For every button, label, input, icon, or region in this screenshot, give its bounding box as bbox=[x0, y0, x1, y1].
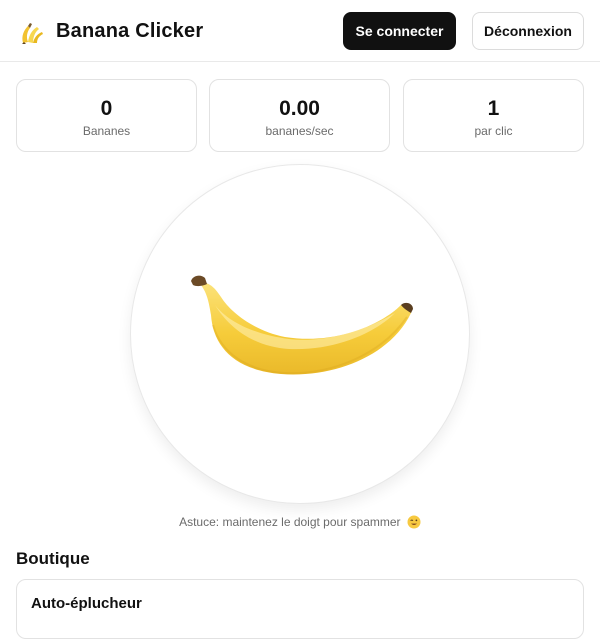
shop-title: Boutique bbox=[16, 549, 90, 568]
winking-face-icon bbox=[407, 515, 421, 529]
tip-text: Astuce: maintenez le doigt pour spammer bbox=[179, 515, 401, 529]
stat-card-per-second: 0.00 bananes/sec bbox=[209, 79, 390, 152]
stat-value: 0.00 bbox=[279, 97, 320, 120]
stat-value: 1 bbox=[487, 97, 500, 120]
stat-value: 0 bbox=[100, 97, 113, 120]
stat-card-per-click: 1 par clic bbox=[403, 79, 584, 152]
banana-icon bbox=[191, 275, 413, 375]
shop-item[interactable]: Auto-éplucheur bbox=[16, 579, 584, 639]
login-button[interactable]: Se connecter bbox=[343, 12, 456, 50]
stat-label: Bananes bbox=[82, 124, 131, 138]
stat-card-bananas: 0 Bananes bbox=[16, 79, 197, 152]
stat-label: bananes/sec bbox=[265, 124, 334, 138]
tip-text-row: Astuce: maintenez le doigt pour spammer bbox=[0, 514, 600, 530]
shop-item-name: Auto-éplucheur bbox=[31, 595, 142, 612]
stat-label: par clic bbox=[474, 124, 513, 138]
app-title: Banana Clicker bbox=[56, 20, 204, 42]
banana-click-button[interactable] bbox=[130, 164, 470, 504]
top-bar: Banana Clicker Se connecter Déconnexion bbox=[0, 0, 600, 62]
banana-logo-icon bbox=[22, 23, 43, 44]
logout-button[interactable]: Déconnexion bbox=[472, 12, 584, 50]
